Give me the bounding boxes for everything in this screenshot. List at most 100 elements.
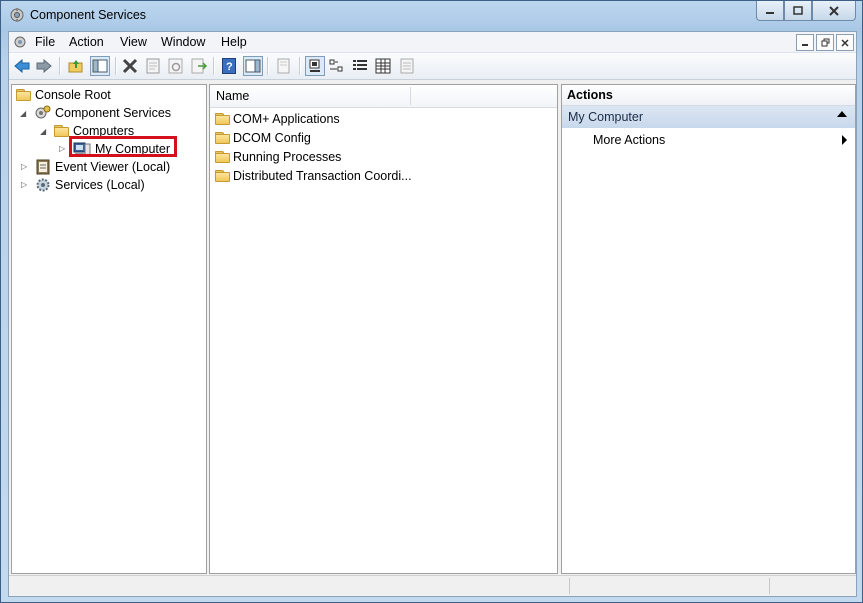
list-item-distributed-transaction-coordinator[interactable]: Distributed Transaction Coordi... xyxy=(215,167,412,185)
collapse-triangle-icon[interactable] xyxy=(837,111,847,117)
folder-icon xyxy=(215,170,230,182)
folder-icon xyxy=(215,132,230,144)
export-list-button[interactable] xyxy=(190,57,208,75)
back-icon xyxy=(14,59,30,73)
actions-header: Actions xyxy=(562,85,855,106)
status-bar xyxy=(9,575,856,596)
new-window-icon xyxy=(277,58,290,74)
list-item-label: COM+ Applications xyxy=(233,112,340,126)
expand-arrow-icon[interactable]: ▷ xyxy=(21,180,27,189)
list-item-com-applications[interactable]: COM+ Applications xyxy=(215,110,340,128)
services-gear-icon xyxy=(36,178,50,192)
menu-file[interactable]: File xyxy=(35,35,55,49)
actions-title: Actions xyxy=(567,88,613,102)
console-tree[interactable]: Console Root ◢ Component Services ◢ Comp… xyxy=(11,84,207,574)
menu-window[interactable]: Window xyxy=(161,35,205,49)
detail-view-icon xyxy=(375,58,391,74)
window-title: Component Services xyxy=(30,8,147,22)
submenu-arrow-icon[interactable] xyxy=(842,135,847,145)
collapse-arrow-icon[interactable]: ◢ xyxy=(20,109,26,118)
small-icons-view-button[interactable] xyxy=(328,57,346,75)
folder-icon xyxy=(54,125,69,137)
toolbar: ? xyxy=(9,53,856,80)
forward-button[interactable] xyxy=(35,57,53,75)
folder-icon xyxy=(16,89,31,101)
folder-icon xyxy=(215,113,230,125)
mmc-app-icon[interactable] xyxy=(13,35,27,49)
list-view-button[interactable] xyxy=(351,57,369,75)
tree-node-event-viewer[interactable]: Event Viewer (Local) xyxy=(35,158,170,176)
new-window-button[interactable] xyxy=(274,57,292,75)
tree-node-console-root[interactable]: Console Root xyxy=(16,86,111,104)
large-icons-view-icon xyxy=(309,59,320,72)
detail-view-button[interactable] xyxy=(374,57,392,75)
up-folder-icon xyxy=(68,60,83,73)
small-icons-view-icon xyxy=(329,59,343,72)
menu-help[interactable]: Help xyxy=(221,35,247,49)
actions-pane: Actions My Computer More Actions xyxy=(561,84,856,574)
close-button[interactable] xyxy=(812,1,856,21)
up-one-level-button[interactable] xyxy=(67,57,85,75)
app-window: Component Services File Action View Wind… xyxy=(0,0,863,603)
minimize-button[interactable] xyxy=(756,1,784,21)
delete-button[interactable] xyxy=(121,57,139,75)
more-actions-item[interactable]: More Actions xyxy=(593,133,665,147)
list-item-label: Running Processes xyxy=(233,150,342,164)
tree-node-services[interactable]: Services (Local) xyxy=(35,176,145,194)
expand-arrow-icon[interactable]: ▷ xyxy=(21,162,27,171)
large-icons-view-button[interactable] xyxy=(305,56,325,76)
highlight-box xyxy=(69,136,177,157)
delete-icon xyxy=(122,58,138,74)
list-item-label: Distributed Transaction Coordi... xyxy=(233,169,412,183)
collapse-arrow-icon[interactable]: ◢ xyxy=(40,127,46,136)
app-icon xyxy=(10,8,24,22)
actions-section-my-computer[interactable]: My Computer xyxy=(562,106,855,128)
expand-arrow-icon[interactable]: ▷ xyxy=(59,144,65,153)
actions-section-title: My Computer xyxy=(568,110,644,124)
maximize-button[interactable] xyxy=(784,1,812,21)
menu-bar: File Action View Window Help xyxy=(9,32,856,53)
client-area: File Action View Window Help ? Console R… xyxy=(8,31,857,597)
properties-button[interactable] xyxy=(144,57,162,75)
component-services-icon xyxy=(35,105,51,119)
minimize-icon xyxy=(766,11,774,14)
export-icon xyxy=(191,58,207,74)
minimize-icon xyxy=(802,43,808,46)
tree-label: Console Root xyxy=(35,88,111,102)
results-pane: Name COM+ Applications DCOM Config Runni… xyxy=(209,84,558,574)
back-button[interactable] xyxy=(13,57,31,75)
list-view-icon xyxy=(353,60,367,70)
column-header-name[interactable]: Name xyxy=(210,85,557,108)
tree-label: Component Services xyxy=(55,106,172,120)
event-viewer-icon xyxy=(36,159,50,175)
list-item-label: DCOM Config xyxy=(233,131,311,145)
tree-node-component-services[interactable]: Component Services xyxy=(35,104,171,122)
restore-icon xyxy=(821,38,829,47)
show-hide-action-pane-button[interactable] xyxy=(243,56,263,76)
close-icon xyxy=(829,5,839,16)
show-hide-tree-icon xyxy=(92,59,108,73)
maximize-icon xyxy=(793,6,803,15)
refresh-icon xyxy=(168,58,183,74)
show-hide-tree-button[interactable] xyxy=(90,56,110,76)
title-bar[interactable]: Component Services xyxy=(1,1,862,29)
help-button[interactable]: ? xyxy=(220,57,238,75)
menu-view[interactable]: View xyxy=(120,35,147,49)
folder-icon xyxy=(215,151,230,163)
show-hide-action-pane-icon xyxy=(245,59,261,73)
mdi-close-button[interactable] xyxy=(836,34,854,51)
status-cell xyxy=(769,578,856,594)
list-item-running-processes[interactable]: Running Processes xyxy=(215,148,341,166)
mdi-restore-button[interactable] xyxy=(816,34,834,51)
column-header-label: Name xyxy=(216,89,250,103)
refresh-button[interactable] xyxy=(167,57,185,75)
mdi-minimize-button[interactable] xyxy=(796,34,814,51)
properties-icon xyxy=(146,58,160,74)
customize-view-icon xyxy=(400,58,414,74)
menu-action[interactable]: Action xyxy=(69,35,104,49)
customize-view-button[interactable] xyxy=(398,57,416,75)
forward-icon xyxy=(36,59,52,73)
list-item-dcom-config[interactable]: DCOM Config xyxy=(215,129,311,147)
tree-label: Services (Local) xyxy=(55,178,145,192)
close-icon xyxy=(841,38,849,47)
